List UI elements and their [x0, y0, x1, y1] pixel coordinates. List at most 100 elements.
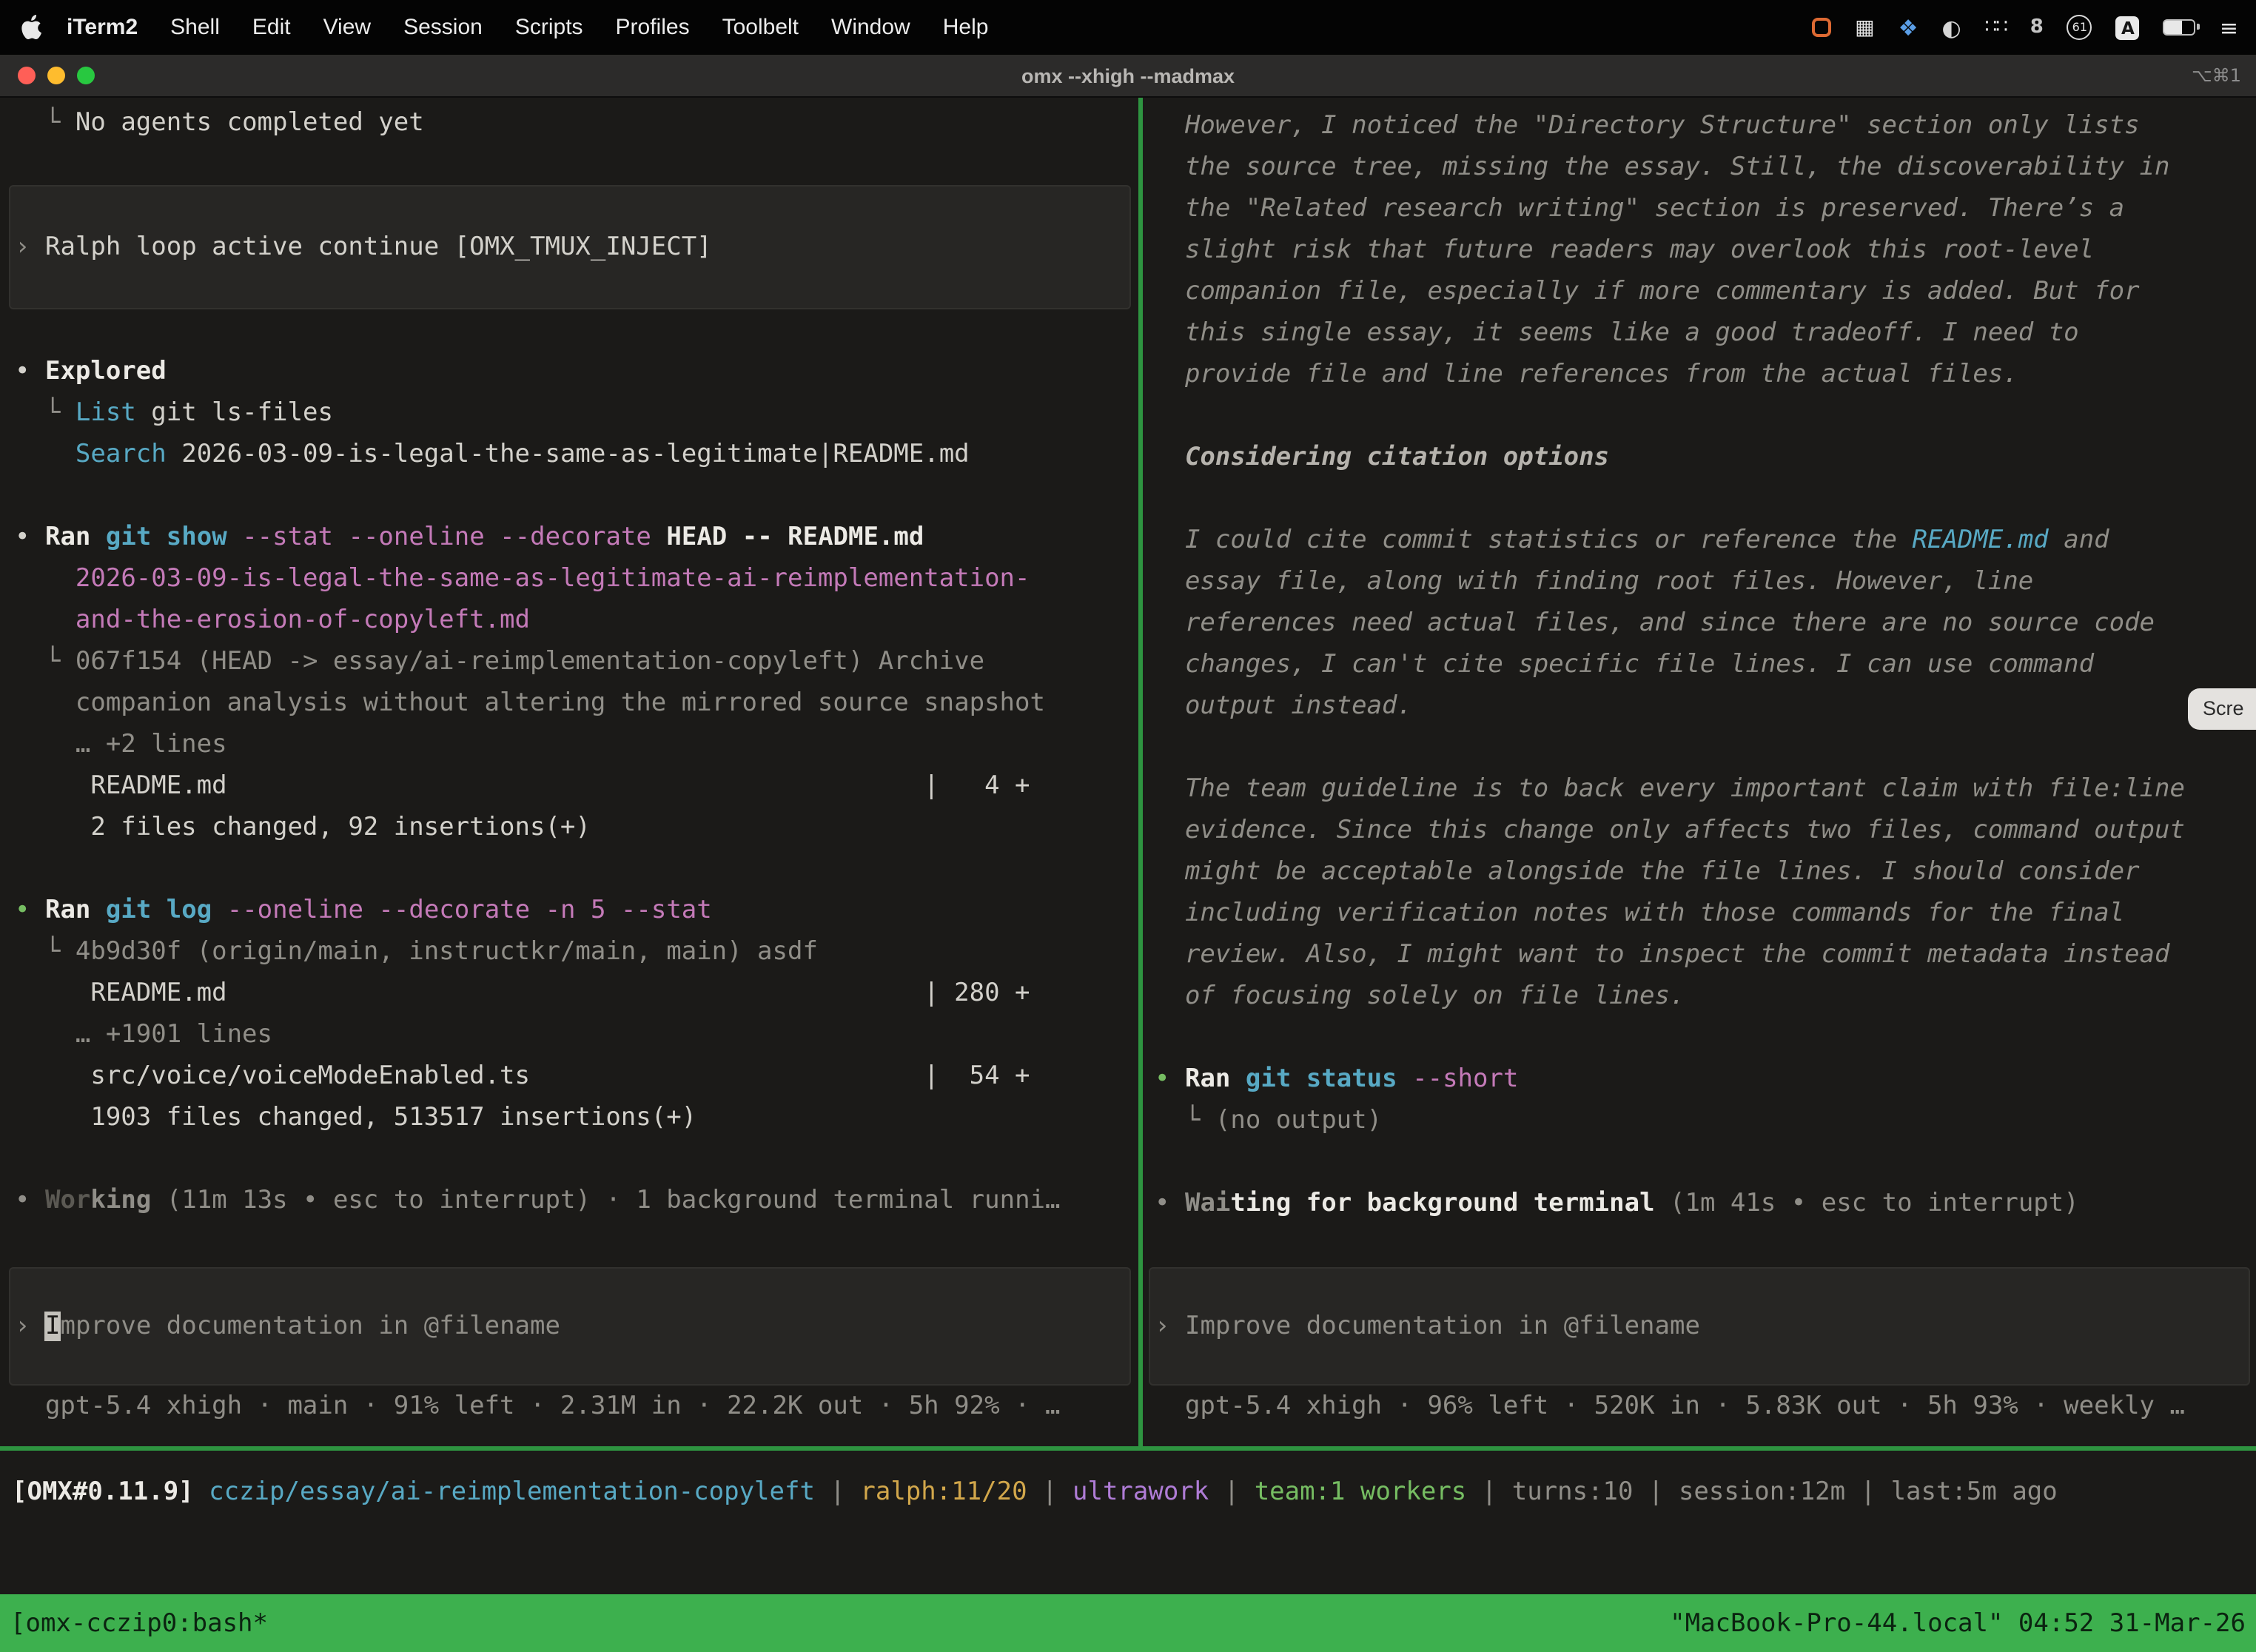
tmux-status-bar: [omx-cczip0:bash* "MacBook-Pro-44.local"… — [0, 1594, 2256, 1652]
terminal-line: evidence. Since this change only affects… — [1155, 810, 2256, 851]
menu-edit[interactable]: Edit — [236, 15, 307, 40]
ralph-loop-banner: › Ralph loop active continue [OMX_TMUX_I… — [9, 185, 1131, 309]
traffic-lights — [0, 67, 95, 84]
tmux-host-time-label: "MacBook-Pro-44.local" 04:52 31-Mar-26 — [1670, 1608, 2246, 1638]
screen: iTerm2ShellEditViewSessionScriptsProfile… — [0, 0, 2256, 1652]
window-title-bar[interactable]: omx --xhigh --madmax ⌥⌘1 — [0, 55, 2256, 98]
terminal-line: • Ran git log --oneline --decorate -n 5 … — [15, 890, 1138, 931]
terminal-line: 1903 files changed, 513517 insertions(+) — [15, 1097, 1138, 1138]
terminal-line — [1155, 1141, 2256, 1183]
terminal-line — [1155, 727, 2256, 768]
terminal-line: README.md | 280 + — [15, 973, 1138, 1014]
left-pane-scrollback: • Explored └ List git ls-files Search 20… — [15, 309, 1138, 1221]
terminal-line: src/voice/voiceModeEnabled.ts | 54 + — [15, 1055, 1138, 1097]
pane-container: └ No agents completed yet › Ralph loop a… — [0, 98, 2256, 1446]
terminal-line: companion file, especially if more comme… — [1155, 271, 2256, 312]
terminal-line: companion analysis without altering the … — [15, 682, 1138, 724]
zoom-button[interactable] — [77, 67, 95, 84]
terminal-line: … +1901 lines — [15, 1014, 1138, 1055]
right-pane[interactable]: However, I noticed the "Directory Struct… — [1143, 98, 2256, 1446]
terminal-line: 2026-03-09-is-legal-the-same-as-legitima… — [15, 558, 1138, 600]
terminal-line: slight risk that future readers may over… — [1155, 229, 2256, 271]
terminal-line: However, I noticed the "Directory Struct… — [1155, 105, 2256, 147]
menu-shell[interactable]: Shell — [154, 15, 236, 40]
menu-bar: iTerm2ShellEditViewSessionScriptsProfile… — [0, 0, 2256, 55]
menu-help[interactable]: Help — [927, 15, 1005, 40]
terminal-line: the source tree, missing the essay. Stil… — [1155, 147, 2256, 188]
terminal-line: Search 2026-03-09-is-legal-the-same-as-l… — [15, 434, 1138, 475]
terminal-line: › Improve documentation in @filename — [1155, 1306, 1700, 1347]
terminal-line: › Ralph loop active continue [OMX_TMUX_I… — [15, 226, 712, 268]
ralph-loop-text: › Ralph loop active continue [OMX_TMUX_I… — [15, 226, 712, 268]
menu-iterm2[interactable]: iTerm2 — [50, 15, 154, 40]
left-prompt-input[interactable]: › Improve documentation in @filename — [9, 1267, 1131, 1386]
terminal-line: └ List git ls-files — [15, 392, 1138, 434]
close-button[interactable] — [18, 67, 36, 84]
letter-a-badge[interactable]: A — [2116, 16, 2140, 39]
terminal-line: review. Also, I might want to inspect th… — [1155, 934, 2256, 976]
terminal-line — [15, 144, 1138, 185]
right-pane-scrollback: However, I noticed the "Directory Struct… — [1155, 105, 2256, 1224]
screen-recording-indicator[interactable] — [1812, 18, 1831, 37]
terminal-line: changes, I can't cite specific file line… — [1155, 644, 2256, 685]
terminal-line: gpt-5.4 xhigh · main · 91% left · 2.31M … — [15, 1386, 1138, 1427]
menu-scripts[interactable]: Scripts — [499, 15, 600, 40]
menu-profiles[interactable]: Profiles — [600, 15, 706, 40]
left-model-status: gpt-5.4 xhigh · main · 91% left · 2.31M … — [15, 1386, 1138, 1427]
terminal-line: • Waiting for background terminal (1m 41… — [1155, 1183, 2256, 1224]
terminal-line: I could cite commit statistics or refere… — [1155, 520, 2256, 561]
battery-icon[interactable] — [2163, 19, 2196, 36]
terminal-line — [15, 475, 1138, 517]
terminal-line: 2 files changed, 92 insertions(+) — [15, 807, 1138, 848]
terminal-line: README.md | 4 + — [15, 765, 1138, 807]
menu-toolbelt[interactable]: Toolbelt — [706, 15, 815, 40]
window-title: omx --xhigh --madmax — [0, 64, 2256, 87]
menu-view[interactable]: View — [307, 15, 388, 40]
terminal-line: gpt-5.4 xhigh · 96% left · 520K in · 5.8… — [1155, 1386, 2256, 1427]
key-icon[interactable]: 8 — [2030, 16, 2044, 38]
minimize-button[interactable] — [47, 67, 65, 84]
screen-share-toast[interactable]: Scre — [2188, 688, 2256, 730]
terminal-line: • Working (11m 13s • esc to interrupt) ·… — [15, 1180, 1138, 1221]
shield-icon[interactable]: ❖ — [1899, 14, 1918, 41]
terminal-line: including verification notes with those … — [1155, 893, 2256, 934]
terminal-line — [15, 309, 1138, 351]
right-prompt-text: › Improve documentation in @filename — [1155, 1306, 1700, 1347]
dots-grid-icon[interactable]: ∷∷ — [1985, 16, 2007, 38]
terminal-line: • Explored — [15, 351, 1138, 392]
left-pane-scrollback-top: └ No agents completed yet — [15, 102, 1138, 185]
terminal-line: might be acceptable alongside the file l… — [1155, 851, 2256, 893]
terminal-line: and-the-erosion-of-copyleft.md — [15, 600, 1138, 641]
menu-items: iTerm2ShellEditViewSessionScriptsProfile… — [50, 15, 1004, 40]
grid-icon[interactable]: ▦ — [1855, 16, 1874, 39]
terminal-line: provide file and line references from th… — [1155, 354, 2256, 395]
terminal-line: Considering citation options — [1155, 437, 2256, 478]
apple-icon — [21, 15, 41, 40]
terminal-line — [1155, 1017, 2256, 1058]
contrast-circle-icon[interactable]: ◐ — [1941, 14, 1961, 41]
terminal-line: this single essay, it seems like a good … — [1155, 312, 2256, 354]
terminal-line: └ 4b9d30f (origin/main, instructkr/main,… — [15, 931, 1138, 973]
control-center-icon[interactable]: ≡ — [2220, 14, 2238, 41]
terminal-line — [15, 1138, 1138, 1180]
apple-menu[interactable] — [21, 15, 41, 40]
terminal-line: └ (no output) — [1155, 1100, 2256, 1141]
right-prompt-input[interactable]: › Improve documentation in @filename — [1149, 1267, 2250, 1386]
terminal-line: … +2 lines — [15, 724, 1138, 765]
terminal-line: [OMX#0.11.9] cczip/essay/ai-reimplementa… — [12, 1471, 2256, 1513]
left-pane[interactable]: └ No agents completed yet › Ralph loop a… — [0, 98, 1138, 1446]
terminal-line — [1155, 478, 2256, 520]
menu-bar-status-icons: ▦ ❖ ◐ ∷∷ 8 61 A ≡ — [1812, 14, 2238, 41]
terminal-line: The team guideline is to back every impo… — [1155, 768, 2256, 810]
terminal-line — [15, 848, 1138, 890]
terminal-line: references need actual files, and since … — [1155, 602, 2256, 644]
terminal: └ No agents completed yet › Ralph loop a… — [0, 98, 2256, 1652]
menu-window[interactable]: Window — [815, 15, 927, 40]
menu-session[interactable]: Session — [387, 15, 499, 40]
terminal-line: › Improve documentation in @filename — [15, 1306, 560, 1347]
terminal-line: of focusing solely on file lines. — [1155, 976, 2256, 1017]
battery-percent-badge[interactable]: 61 — [2067, 15, 2092, 40]
window-shortcut-badge: ⌥⌘1 — [2192, 65, 2256, 86]
terminal-line: • Ran git show --stat --oneline --decora… — [15, 517, 1138, 558]
omx-status-bar: [OMX#0.11.9] cczip/essay/ai-reimplementa… — [0, 1451, 2256, 1513]
